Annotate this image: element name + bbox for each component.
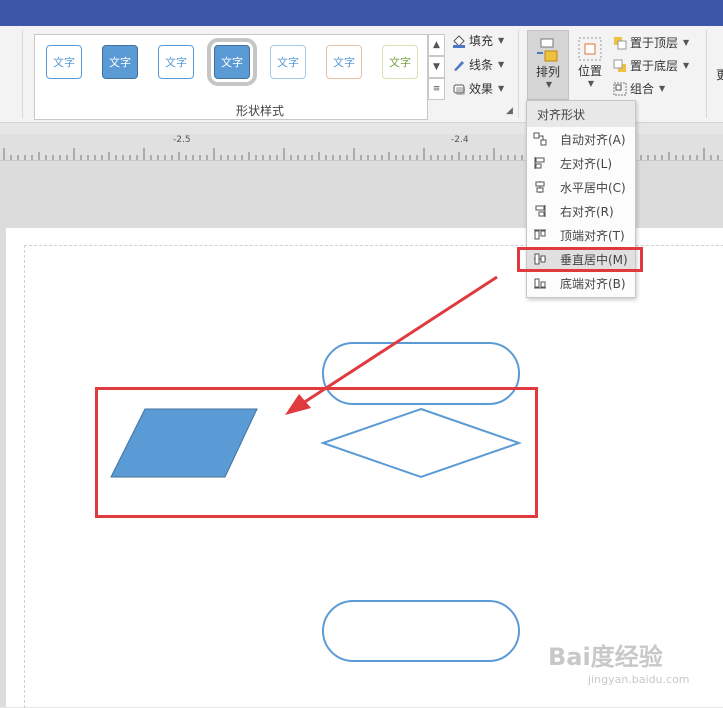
shapes-highlight-box <box>95 387 538 518</box>
menu-item-align-top[interactable]: 顶端对齐(T) <box>527 223 635 247</box>
menu-item-align-right[interactable]: 右对齐(R) <box>527 199 635 223</box>
menu-item-auto-align[interactable]: 自动对齐(A) <box>527 127 635 151</box>
align-bottom-icon <box>534 278 546 289</box>
menu-item-align-center[interactable]: 水平居中(C) <box>527 175 635 199</box>
terminator-shape-bottom[interactable] <box>322 600 520 662</box>
watermark-url: jingyan.baidu.com <box>588 673 690 686</box>
menu-item-align-left[interactable]: 左对齐(L) <box>527 151 635 175</box>
menu-header: 对齐形状 <box>527 101 635 127</box>
align-top-icon <box>534 229 546 240</box>
menu-item-align-bottom[interactable]: 底端对齐(B) <box>527 271 635 295</box>
auto-align-icon <box>533 132 547 146</box>
menu-highlight-box <box>517 247 643 272</box>
align-center-icon <box>535 181 545 193</box>
align-left-icon <box>534 157 545 169</box>
align-right-icon <box>535 205 546 217</box>
watermark-logo: Bai度经验 <box>548 643 663 671</box>
